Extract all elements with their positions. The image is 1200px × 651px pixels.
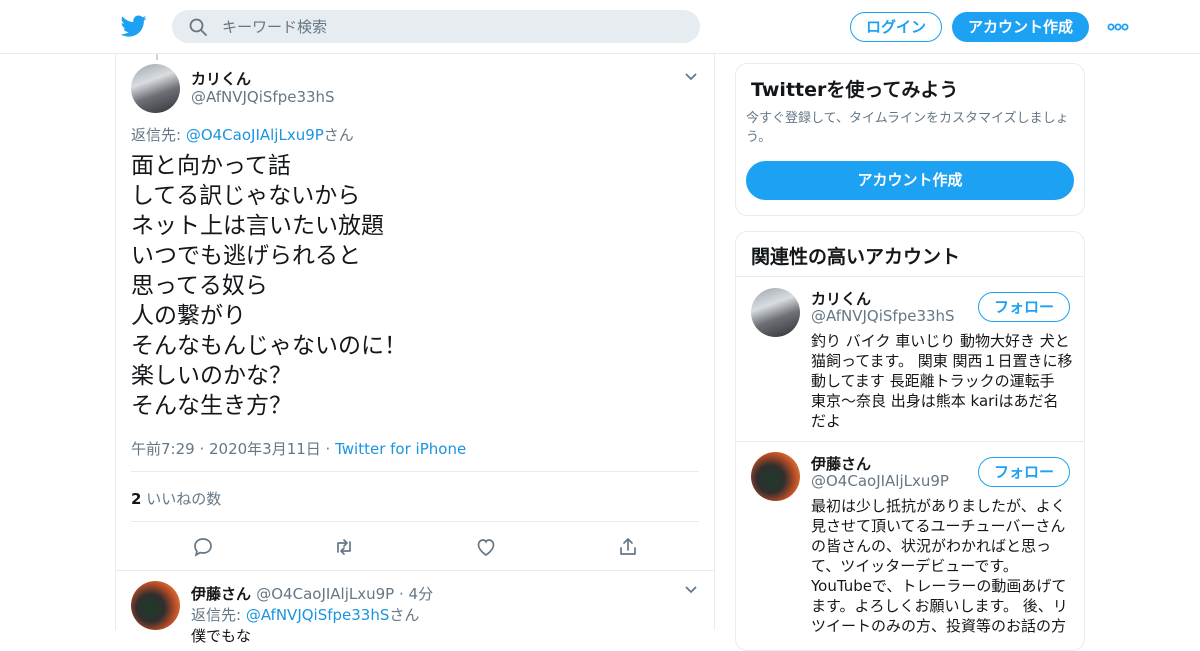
follow-button[interactable]: フォロー [978, 457, 1070, 487]
tweet-meta: 午前7:29 · 2020年3月11日 · Twitter for iPhone [131, 438, 466, 459]
reply-prefix: 返信先: [131, 126, 186, 144]
reply-age: · 4分 [394, 585, 434, 603]
tweet-text-line: いつでも逃げられると [131, 243, 361, 269]
signup-card-button[interactable]: アカウント作成 [746, 161, 1074, 200]
signup-card-title: Twitterを使ってみよう [751, 79, 959, 101]
tweet-text-line: 思ってる奴ら [131, 273, 268, 299]
divider [131, 521, 699, 522]
account-handle[interactable]: @AfNVJQiSfpe33hS [811, 307, 955, 325]
tweet-column: カリくん @AfNVJQiSfpe33hS 返信先: @O4CaoJIAljLx… [115, 54, 715, 645]
avatar[interactable] [751, 452, 800, 501]
tweet-author-name[interactable]: カリくん [191, 68, 251, 89]
thread-connector [156, 54, 158, 60]
retweet-icon[interactable] [332, 535, 356, 559]
signup-card-description: 今すぐ登録して、タイムラインをカスタマイズしましょう。 [746, 111, 1069, 145]
reply-text: 僕でもな [191, 627, 252, 645]
tweet-text: 面と向かって話 してる訳じゃないから ネット上は言いたい放題 いつでも逃げられる… [131, 151, 691, 421]
follow-button[interactable]: フォロー [978, 292, 1070, 322]
reply-context: 返信先: @O4CaoJIAljLxu9Pさん [131, 124, 354, 145]
reply-author-name[interactable]: 伊藤さん [191, 585, 251, 603]
share-icon[interactable] [616, 535, 640, 559]
tweet-text-line: してる訳じゃないから [131, 183, 361, 209]
top-bar: ログイン アカウント作成 [0, 0, 1200, 54]
tweet-text-line: 人の繋がり [131, 303, 246, 329]
reply-to-link[interactable]: @O4CaoJIAljLxu9P [186, 126, 324, 144]
reply-prefix: 返信先: [191, 606, 246, 624]
tweet-text-line: そんなもんじゃないのに！ [131, 333, 407, 359]
chevron-down-icon[interactable] [684, 72, 698, 82]
reply-author-handle[interactable]: @O4CaoJIAljLxu9P [256, 585, 394, 603]
avatar[interactable] [751, 288, 800, 337]
signup-button[interactable]: アカウント作成 [952, 12, 1089, 42]
account-handle[interactable]: @O4CaoJIAljLxu9P [811, 472, 949, 490]
account-bio: 最初は少し抵抗がありましたが、よく見させて頂いてるユーチューバーさんの皆さんの、… [811, 497, 1068, 635]
avatar[interactable] [131, 64, 180, 113]
tweet-text-line: 楽しいのかな？ [131, 363, 292, 389]
search-bar[interactable] [172, 10, 700, 43]
like-icon[interactable] [474, 535, 498, 559]
search-input[interactable] [222, 10, 682, 43]
like-count-number: 2 [131, 490, 142, 508]
tweet-source-link[interactable]: Twitter for iPhone [335, 440, 466, 458]
like-count[interactable]: 2 いいねの数 [131, 488, 221, 509]
related-accounts-card: 関連性の高いアカウント カリくん @AfNVJQiSfpe33hS フォロー 釣… [735, 231, 1085, 651]
tweet-text-line: ネット上は言いたい放題 [131, 213, 384, 239]
login-button[interactable]: ログイン [850, 12, 942, 42]
reply-author[interactable]: 伊藤さん @O4CaoJIAljLxu9P · 4分 [191, 583, 433, 604]
tweet-author-handle[interactable]: @AfNVJQiSfpe33hS [191, 88, 335, 106]
divider [736, 441, 1084, 442]
account-bio: 釣り バイク 車いじり 動物大好き 犬と猫飼ってます。 関東 関西１日置きに移動… [811, 332, 1073, 430]
reply-icon[interactable] [191, 535, 215, 559]
reply-context: 返信先: @AfNVJQiSfpe33hSさん [191, 604, 419, 625]
tweet-text-line: 面と向かって話 [131, 153, 291, 179]
reply-suffix: さん [389, 606, 420, 624]
reply-suffix: さん [323, 126, 354, 144]
avatar[interactable] [131, 581, 180, 630]
account-name[interactable]: 伊藤さん [811, 453, 871, 474]
divider [116, 570, 714, 571]
divider [131, 471, 699, 472]
search-icon [189, 18, 207, 36]
signup-card: Twitterを使ってみよう 今すぐ登録して、タイムラインをカスタマイズしましょ… [735, 63, 1085, 216]
tweet-timestamp[interactable]: 午前7:29 · 2020年3月11日 · [131, 440, 335, 458]
more-icon[interactable] [1105, 16, 1131, 38]
twitter-logo-icon[interactable] [120, 13, 148, 39]
account-name[interactable]: カリくん [811, 288, 871, 309]
tweet-text-line: そんな生き方？ [131, 393, 292, 419]
chevron-down-icon[interactable] [684, 585, 698, 595]
like-count-label: いいねの数 [141, 490, 222, 508]
divider [736, 276, 1084, 277]
reply-to-link[interactable]: @AfNVJQiSfpe33hS [246, 606, 390, 624]
related-accounts-title: 関連性の高いアカウント [751, 246, 961, 268]
